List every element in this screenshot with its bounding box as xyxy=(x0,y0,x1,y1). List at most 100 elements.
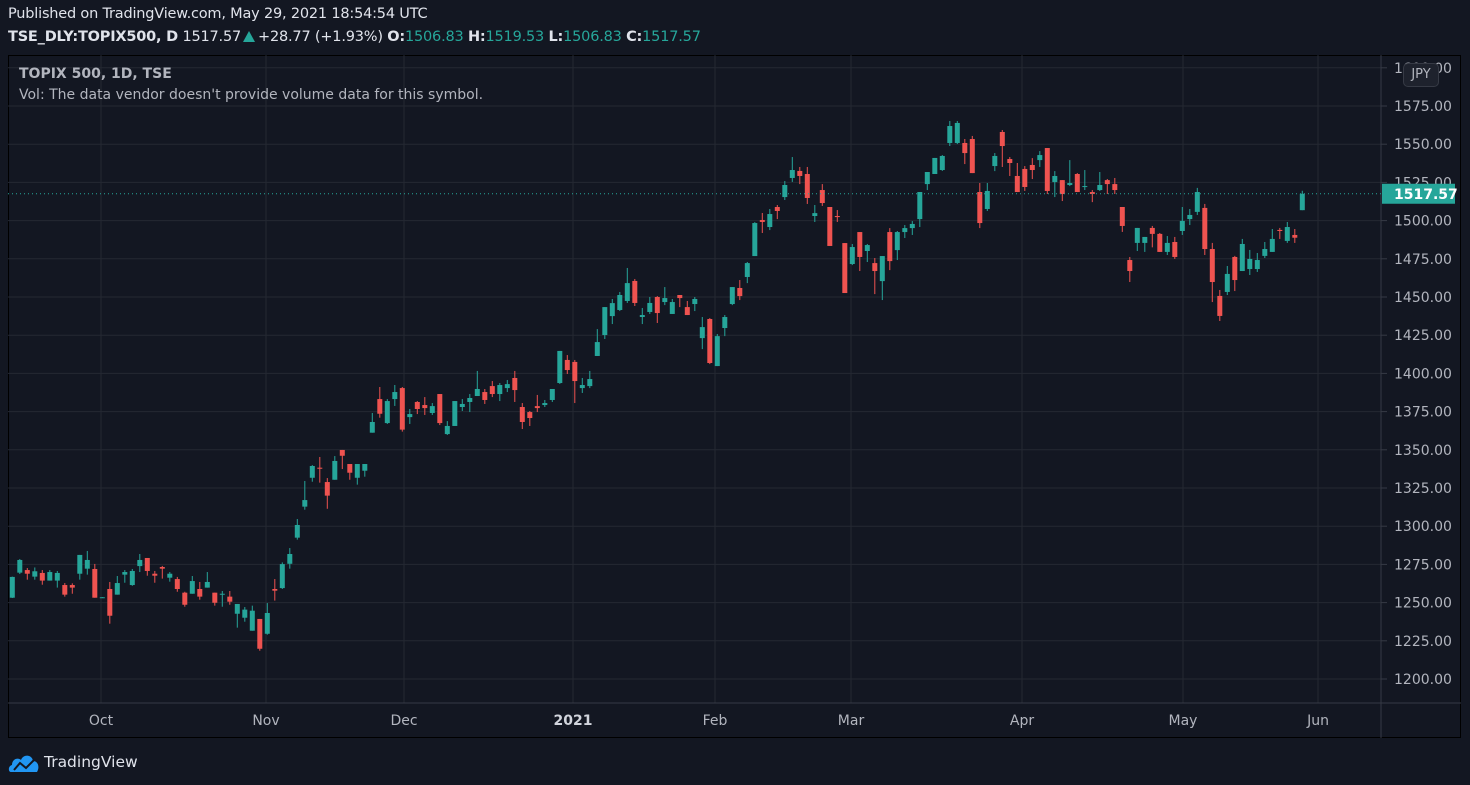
candle-body xyxy=(1179,220,1185,231)
candle xyxy=(77,554,83,580)
candle xyxy=(377,386,383,418)
candle xyxy=(519,403,525,430)
candle-body xyxy=(954,122,960,143)
candle-body xyxy=(587,379,593,387)
candle xyxy=(1217,289,1223,321)
candle xyxy=(782,181,788,200)
candle xyxy=(872,258,878,295)
candle-body xyxy=(857,232,863,257)
candle-body xyxy=(992,155,998,167)
high-label: H: xyxy=(467,29,486,45)
candle-body xyxy=(1247,258,1253,270)
candle-body xyxy=(624,283,630,301)
candle-body xyxy=(617,295,623,310)
candle xyxy=(969,135,975,174)
candle xyxy=(504,379,510,393)
candle xyxy=(62,583,68,597)
candle xyxy=(1202,203,1208,255)
candle-body xyxy=(887,232,893,262)
last-price-label: 1517.57 xyxy=(1394,187,1458,203)
time-tick-label: Feb xyxy=(703,713,728,729)
candle xyxy=(114,576,120,595)
candle-body xyxy=(242,609,248,618)
candle xyxy=(722,315,728,337)
candle-body xyxy=(1149,227,1155,234)
candle xyxy=(9,576,15,599)
candle-body xyxy=(137,559,143,567)
candle-body xyxy=(279,564,285,589)
candle-body xyxy=(1097,184,1103,191)
candle xyxy=(1284,221,1290,243)
time-tick-label: Jun xyxy=(1306,713,1329,729)
candle-body xyxy=(542,403,548,406)
price-tick-label: 1575.00 xyxy=(1394,99,1452,115)
candle-body xyxy=(707,319,713,364)
candle-body xyxy=(467,398,473,402)
candle xyxy=(399,386,405,432)
candle xyxy=(384,399,390,424)
candle-body xyxy=(114,583,120,595)
price-tick-label: 1350.00 xyxy=(1394,443,1452,459)
candle-body xyxy=(324,482,330,496)
candle xyxy=(549,388,555,402)
candlestick-chart[interactable]: 1200.00 1225.00 1250.00 1275.00 1300.00 1325.… xyxy=(8,55,1461,738)
candle xyxy=(219,590,225,607)
candle-body xyxy=(669,302,675,314)
candle xyxy=(1059,180,1065,202)
candle xyxy=(107,581,113,624)
candle xyxy=(152,570,158,583)
candle xyxy=(1082,170,1088,191)
candle xyxy=(1044,148,1050,195)
candle-body xyxy=(572,361,578,382)
time-tick-label: Dec xyxy=(390,713,417,729)
candle-body xyxy=(564,359,570,371)
quote-bar: TSE_DLY:TOPIX500, D 1517.57 +28.77 (+1.93… xyxy=(8,29,701,45)
candle-body xyxy=(212,592,218,603)
candle-body xyxy=(1067,183,1073,185)
candle xyxy=(1172,236,1178,259)
tradingview-cloud-icon xyxy=(8,755,39,772)
candle xyxy=(1104,179,1110,195)
candle-body xyxy=(1007,159,1013,163)
candle-body xyxy=(932,157,938,174)
candle xyxy=(197,581,203,600)
candle xyxy=(579,377,585,393)
candle-body xyxy=(62,585,68,595)
price-tick-label: 1300.00 xyxy=(1394,519,1452,535)
tradingview-logo[interactable]: TradingView xyxy=(8,751,138,773)
candle-body xyxy=(512,377,518,391)
candle-body xyxy=(804,173,810,198)
candle-body xyxy=(377,399,383,414)
candle xyxy=(602,307,608,340)
candle-body xyxy=(767,214,773,228)
candle xyxy=(249,605,255,631)
candle xyxy=(54,570,60,588)
candle xyxy=(204,572,210,588)
candle-body xyxy=(759,219,765,222)
candle xyxy=(879,256,885,301)
candle xyxy=(32,567,38,580)
currency-badge[interactable]: JPY xyxy=(1403,63,1439,87)
candle xyxy=(39,570,45,585)
candle-body xyxy=(197,589,203,597)
candle-body xyxy=(1164,242,1170,252)
candle xyxy=(827,207,833,246)
price-tick-label: 1325.00 xyxy=(1394,481,1452,497)
candle-body xyxy=(737,287,743,297)
candle-body xyxy=(797,170,803,176)
price-tick-label: 1450.00 xyxy=(1394,290,1452,306)
candle xyxy=(1179,207,1185,235)
candle-body xyxy=(1217,295,1223,316)
close-value: 1517.57 xyxy=(642,29,701,45)
candle xyxy=(999,129,1005,167)
candle-body xyxy=(1194,192,1200,212)
candle-body xyxy=(144,557,150,571)
candle xyxy=(489,381,495,398)
candle xyxy=(287,548,293,569)
candle xyxy=(699,317,705,350)
candle xyxy=(369,412,375,433)
candle-body xyxy=(227,596,233,602)
candle-body xyxy=(864,245,870,252)
price-tick-label: 1375.00 xyxy=(1394,405,1452,421)
candle xyxy=(1209,242,1215,303)
